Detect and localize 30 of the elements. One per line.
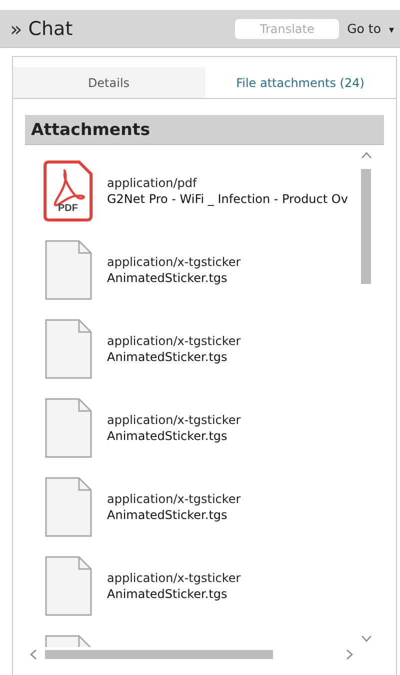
goto-dropdown[interactable]: Go to ▾	[345, 21, 396, 36]
blank-file-icon	[43, 476, 93, 538]
mime-type: application/x-tgsticker	[107, 570, 241, 584]
file-name[interactable]: G2Net Pro - WiFi _ Infection - Product Ov	[107, 192, 348, 206]
panel-title: Chat	[28, 18, 74, 40]
blank-file-icon	[43, 318, 93, 380]
file-name[interactable]: AnimatedSticker.tgs	[107, 350, 241, 364]
file-name[interactable]: AnimatedSticker.tgs	[107, 586, 241, 600]
blank-file-icon	[43, 238, 93, 300]
mime-type: application/pdf	[107, 176, 198, 190]
mime-type: application/x-tgsticker	[107, 254, 241, 268]
scroll-down-icon[interactable]	[361, 635, 372, 643]
blank-file-icon	[43, 396, 93, 458]
mime-type: application/x-tgsticker	[107, 412, 241, 426]
scrollbar-thumb[interactable]	[361, 169, 371, 284]
file-name[interactable]: AnimatedSticker.tgs	[107, 508, 241, 522]
scroll-up-icon[interactable]	[361, 151, 372, 159]
scroll-right-icon[interactable]	[346, 649, 354, 660]
pdf-file-icon: PDF	[43, 160, 93, 222]
mime-type: application/x-tgsticker	[107, 492, 241, 506]
file-name[interactable]: AnimatedSticker.tgs	[107, 428, 241, 442]
scrollbar-thumb[interactable]	[45, 650, 273, 659]
blank-file-icon	[43, 554, 93, 616]
scroll-left-icon[interactable]	[29, 649, 37, 660]
mime-type: application/x-tgsticker	[107, 334, 241, 348]
expand-toggle[interactable]: »	[10, 18, 22, 38]
section-title: Attachments	[25, 115, 384, 145]
translate-field[interactable]: Translate	[235, 18, 340, 38]
file-name[interactable]: AnimatedSticker.tgs	[107, 270, 241, 284]
tab[interactable]: Details	[13, 67, 204, 98]
